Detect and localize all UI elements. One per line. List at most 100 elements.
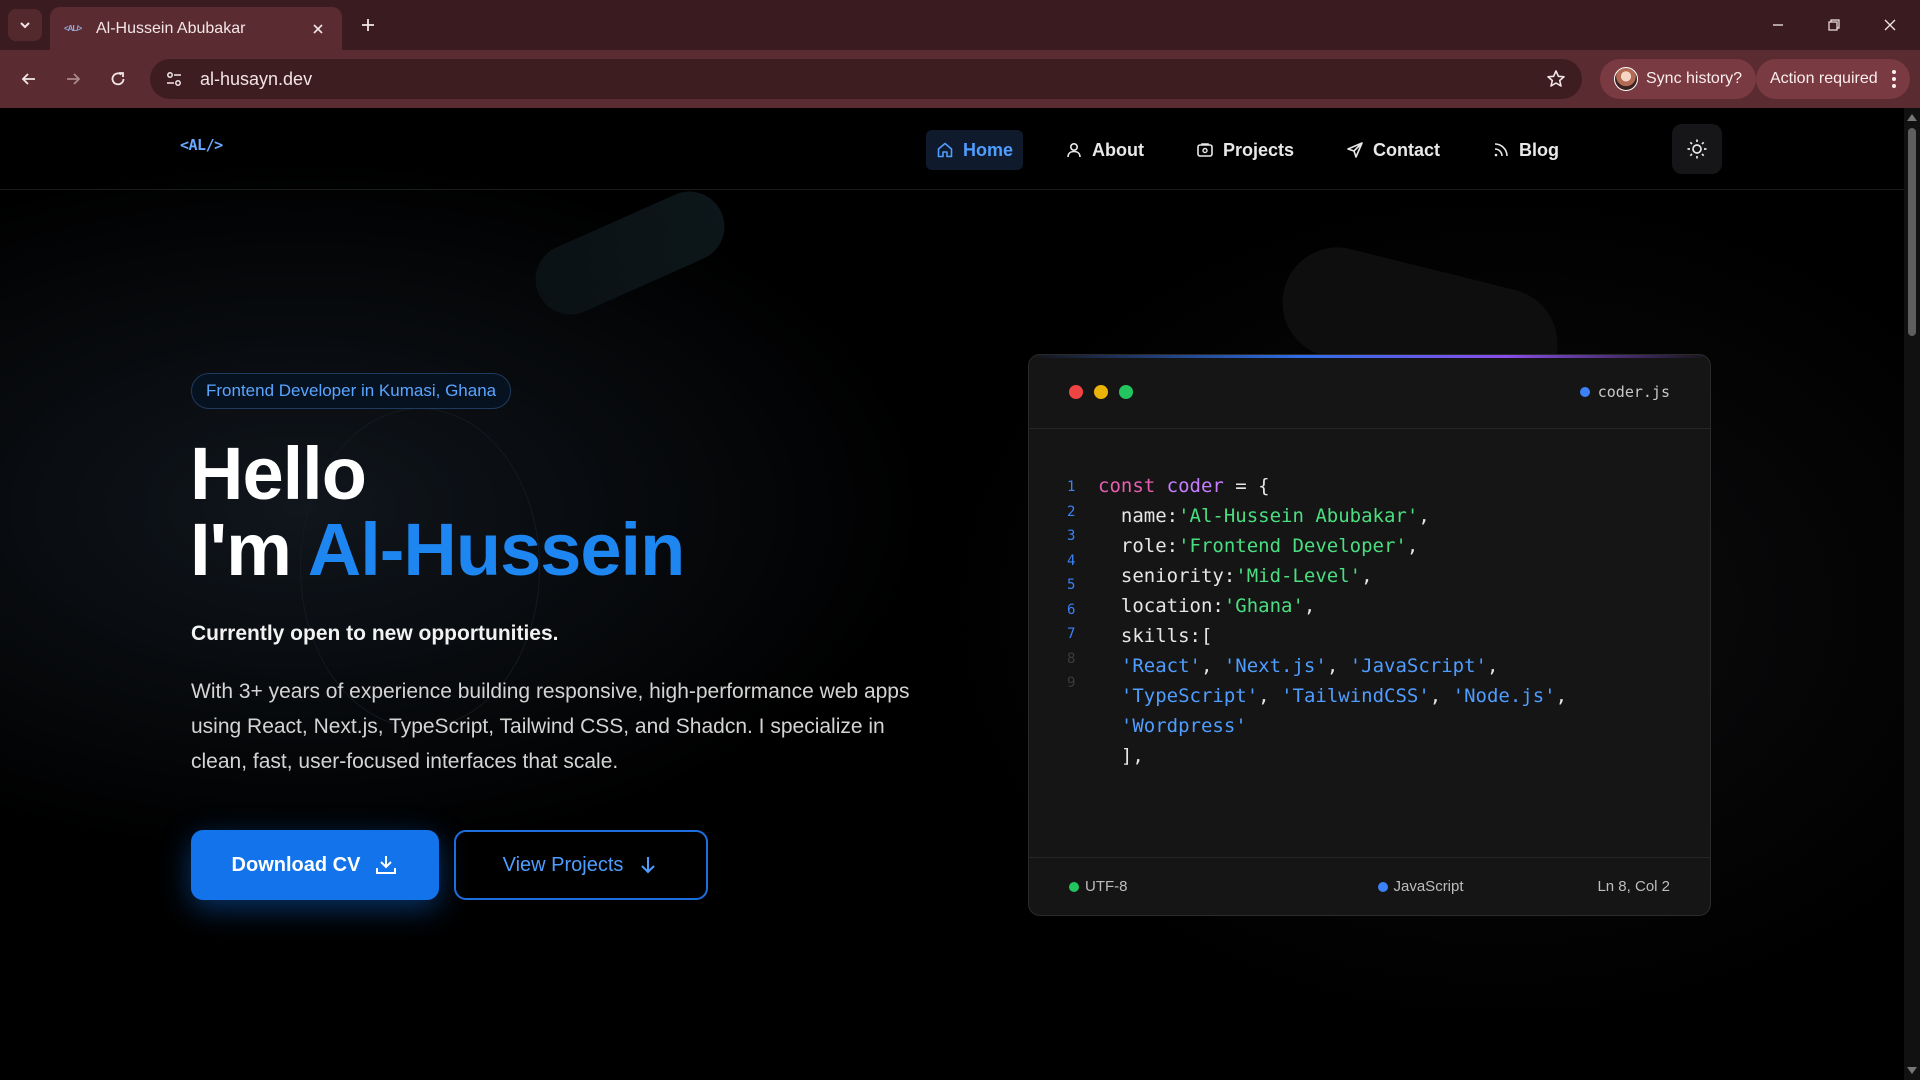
- hero-title: Hello I'm Al-Hussein: [190, 432, 685, 588]
- code-skill: 'JavaScript': [1349, 655, 1487, 677]
- nav-label: Contact: [1373, 139, 1441, 160]
- download-cv-button[interactable]: Download CV: [191, 830, 439, 900]
- hero-title-prefix: I'm: [190, 508, 308, 591]
- reload-button[interactable]: [101, 62, 135, 96]
- line-number: 8: [1067, 650, 1076, 667]
- url-text[interactable]: al-husayn.dev: [200, 69, 1536, 90]
- decorative-blob: [524, 180, 736, 326]
- code-line: 'React', 'Next.js', 'JavaScript',: [1120, 655, 1499, 677]
- code-skill: 'TypeScript': [1120, 685, 1259, 707]
- download-cv-label: Download CV: [231, 853, 361, 876]
- action-required-chip[interactable]: Action required: [1756, 59, 1910, 99]
- scroll-down-icon[interactable]: [1907, 1067, 1917, 1074]
- new-tab-button[interactable]: [354, 11, 382, 39]
- encoding-status: UTF-8: [1069, 878, 1128, 895]
- arrow-left-icon: [21, 73, 35, 85]
- site-info-button[interactable]: [154, 59, 194, 99]
- code-bracket: ],: [1120, 745, 1144, 767]
- code-skill: 'Wordpress': [1120, 715, 1247, 737]
- code-line: const coder = {: [1098, 471, 1567, 501]
- view-projects-button[interactable]: View Projects: [454, 830, 708, 900]
- code-line: 'Wordpress': [1098, 711, 1567, 741]
- code-string: 'Al-Hussein Abubakar': [1178, 505, 1419, 527]
- line-number: 3: [1067, 528, 1076, 544]
- nav-label: Projects: [1223, 139, 1295, 160]
- line-number: 5: [1067, 577, 1076, 593]
- star-icon: [1547, 70, 1565, 87]
- hero-description: With 3+ years of experience building res…: [191, 680, 910, 773]
- main-nav: Home About Projects Contact Blog: [926, 130, 1591, 170]
- close-window-button[interactable]: [1862, 0, 1918, 50]
- chevron-down-icon: [20, 22, 30, 29]
- scroll-thumb[interactable]: [1908, 128, 1916, 336]
- send-icon: [1347, 142, 1363, 158]
- plus-icon: [362, 19, 374, 31]
- window-dot-yellow: [1094, 384, 1108, 399]
- line-number: 7: [1067, 626, 1076, 642]
- close-icon: [313, 23, 323, 34]
- code-line: seniority:'Mid-Level',: [1120, 565, 1373, 587]
- nav-label: Home: [963, 139, 1014, 160]
- tune-icon: [167, 72, 181, 86]
- minimize-button[interactable]: [1750, 0, 1806, 50]
- nav-item-projects[interactable]: Projects: [1186, 130, 1304, 170]
- line-number: 1: [1067, 479, 1076, 495]
- theme-toggle-button[interactable]: [1672, 124, 1722, 174]
- tab-title: Al-Hussein Abubakar: [96, 19, 246, 37]
- browser-toolbar: al-husayn.dev Sync history? Action requi…: [0, 50, 1920, 108]
- sync-history-label: Sync history?: [1646, 70, 1743, 87]
- code-line: skills:[: [1098, 621, 1567, 651]
- browser-tab-strip: <AL/> Al-Hussein Abubakar: [0, 0, 1920, 50]
- download-icon: [376, 856, 397, 874]
- back-button[interactable]: [12, 62, 46, 96]
- code-skill: 'TailwindCSS': [1281, 685, 1430, 707]
- code-string: 'Frontend Developer': [1178, 535, 1407, 557]
- cursor-position: Ln 8, Col 2: [1597, 878, 1670, 895]
- avatar: [1614, 67, 1638, 91]
- code-line: location:'Ghana',: [1120, 595, 1316, 617]
- language-status: JavaScript: [1377, 878, 1464, 895]
- code-keyword: const: [1098, 475, 1156, 497]
- language-label: JavaScript: [1393, 878, 1464, 895]
- window-dot-red: [1069, 384, 1083, 399]
- nav-item-about[interactable]: About: [1055, 130, 1154, 170]
- filename-text: coder.js: [1597, 382, 1670, 401]
- hero-title-name: Al-Hussein: [307, 508, 686, 591]
- line-number: 6: [1067, 601, 1076, 618]
- nav-item-contact[interactable]: Contact: [1336, 130, 1450, 170]
- folder-icon: [1197, 143, 1213, 157]
- site-header: <AL/> Home About Projects Contact Blog: [0, 108, 1904, 190]
- code-card-footer: UTF-8 JavaScript Ln 8, Col 2: [1029, 857, 1710, 915]
- nav-label: Blog: [1519, 139, 1560, 160]
- sync-history-chip[interactable]: Sync history?: [1600, 59, 1757, 99]
- arrow-right-icon: [67, 73, 81, 85]
- scroll-up-icon[interactable]: [1907, 114, 1917, 121]
- favicon-icon: <AL/>: [64, 23, 82, 33]
- action-required-label: Action required: [1770, 70, 1878, 87]
- bookmark-button[interactable]: [1536, 59, 1576, 99]
- nav-item-blog[interactable]: Blog: [1482, 130, 1569, 170]
- code-key: seniority:: [1120, 565, 1236, 587]
- line-number: 2: [1067, 503, 1076, 520]
- code-content: const coder = { name:'Al-Hussein Abubaka…: [1098, 471, 1567, 771]
- tab-close-button[interactable]: [308, 19, 328, 39]
- status-dot-icon: [1069, 881, 1079, 892]
- address-bar[interactable]: al-husayn.dev: [150, 59, 1582, 99]
- page-scrollbar[interactable]: [1904, 108, 1920, 1080]
- hero-title-line2: I'm Al-Hussein: [190, 512, 685, 588]
- file-dot-icon: [1579, 386, 1590, 397]
- more-vert-icon: [1891, 70, 1896, 88]
- site-logo[interactable]: <AL/>: [180, 136, 223, 154]
- nav-item-home[interactable]: Home: [926, 130, 1024, 170]
- tab-search-button[interactable]: [8, 9, 42, 41]
- hero-title-line1: Hello: [190, 432, 367, 515]
- status-dot-icon: [1377, 881, 1388, 892]
- rss-icon: [1494, 143, 1508, 157]
- nav-label: About: [1092, 139, 1144, 160]
- restore-button[interactable]: [1806, 0, 1862, 50]
- sun-icon: [1687, 139, 1707, 159]
- forward-button[interactable]: [56, 62, 90, 96]
- code-key: location:: [1120, 595, 1224, 617]
- window-dot-green: [1119, 384, 1133, 399]
- browser-tab[interactable]: <AL/> Al-Hussein Abubakar: [50, 7, 342, 50]
